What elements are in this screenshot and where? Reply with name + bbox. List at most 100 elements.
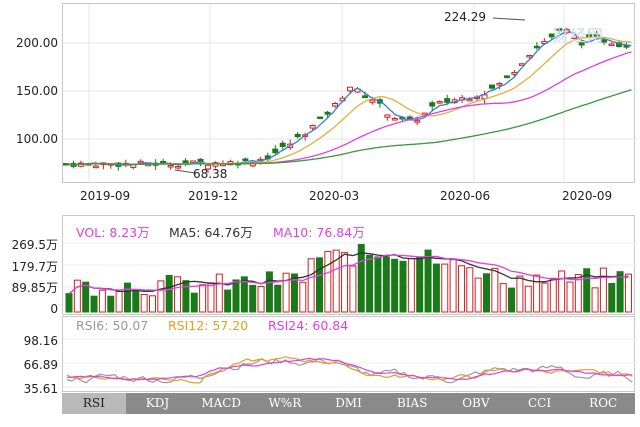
ma5-legend: MA5: 64.76万 [169,225,253,240]
price-axis-label: 100.00 [16,132,58,146]
volume-bar [165,274,173,313]
rsi24-line [66,357,633,381]
candle-body [466,98,473,102]
watermark-text: 财经网 [553,26,605,45]
candle-body [533,45,540,49]
date-axis-label: 2020-06 [440,189,491,203]
volume-bar [399,260,407,313]
volume-bar [316,257,323,313]
date-axis-label: 2019-12 [188,189,239,203]
volume-bar [391,258,399,313]
rsi-axis-label: 35.61 [23,382,58,396]
candle-body [369,99,376,103]
volume-axis-label: 269.5万 [11,238,58,252]
tab-roc[interactable]: ROC [571,393,635,414]
candle-body [279,142,286,147]
volume-axis-label: 179.7万 [11,260,58,274]
volume-bar [432,263,440,313]
candle-body [503,75,510,78]
volume-bar [491,267,499,313]
candle-body [384,114,391,118]
tab-wr[interactable]: W%R [253,393,317,414]
candle-body [347,86,353,92]
volume-bar [382,256,390,313]
candle-body [272,148,279,154]
volume-bar [282,272,290,313]
volume-bar [349,265,357,313]
volume-bar [274,284,282,313]
price-axis-label: 150.00 [16,84,58,98]
volume-bar [182,280,190,313]
tab-dmi[interactable]: DMI [317,393,381,414]
date-axis-label: 2020-03 [309,189,360,203]
volume-bar [558,270,566,313]
ma5-price-line [65,30,632,166]
candle-body [167,164,174,168]
volume-bar [132,290,140,313]
rsi24-legend: RSI24: 60.84 [268,318,349,333]
volume-axis-label: 89.85万 [11,281,58,295]
volume-bar [549,277,557,313]
volume-panel[interactable]: VOL: 8.23万 MA5: 64.76万 MA10: 76.84万 [62,215,636,315]
candle-body [324,111,331,115]
rsi-panel[interactable]: RSI6: 50.07 RSI12: 57.20 RSI24: 60.84 [62,316,636,392]
high-price-label: 224.29 [444,10,486,24]
volume-bar [207,282,215,313]
volume-bar [441,263,449,313]
volume-bar [199,284,207,313]
volume-bar [123,282,131,313]
volume-bar [357,243,365,313]
price-axis-label: 200.00 [16,36,58,50]
volume-bar [474,277,482,313]
rsi12-legend: RSI12: 57.20 [168,318,249,333]
candle-body [332,102,339,107]
tab-macd[interactable]: MACD [189,393,253,414]
candle-body [444,98,451,103]
volume-bar [299,281,307,313]
candle-body [294,133,301,138]
tab-rsi[interactable]: RSI [62,393,126,414]
candle-body [317,116,324,120]
volume-bar [307,258,315,313]
volume-bar [324,251,332,313]
date-axis-label: 2020-09 [562,189,613,203]
ma20-price-line [65,36,632,166]
candle-body [406,116,413,119]
volume-bar [516,275,524,313]
price-chart-panel[interactable]: 财经网 224.29 68.38 [62,3,636,184]
volume-bar [232,279,240,313]
volume-bar [257,286,265,313]
volume-bar [115,291,123,313]
volume-bar [424,249,432,313]
volume-bar [483,273,490,313]
volume-bar [524,285,532,313]
volume-bar [416,256,424,313]
volume-bar [616,271,624,313]
volume-bar [341,252,349,313]
candle-body [309,125,316,129]
tab-bias[interactable]: BIAS [380,393,444,414]
tab-cci[interactable]: CCI [508,393,572,414]
volume-bar [265,271,273,313]
ma150-price-line [65,89,632,166]
volume-bar [249,284,257,313]
low-pointer [174,169,196,174]
volume-bar [608,282,616,313]
tab-kdj[interactable]: KDJ [126,393,190,414]
volume-bar [107,295,115,313]
rsi-axis-label: 98.16 [23,334,58,348]
candle-body [489,84,495,89]
candle-body [496,83,503,86]
volume-bar [541,282,549,313]
volume-bar [457,265,465,313]
volume-bar [624,273,632,313]
volume-bar [174,276,182,313]
volume-bar [98,289,106,313]
candle-body [92,165,99,169]
high-pointer [492,17,526,21]
rsi6-legend: RSI6: 50.07 [76,318,149,333]
candle-body [526,54,533,58]
tab-obv[interactable]: OBV [444,393,508,414]
volume-bar [449,259,457,313]
volume-bar [407,258,415,313]
